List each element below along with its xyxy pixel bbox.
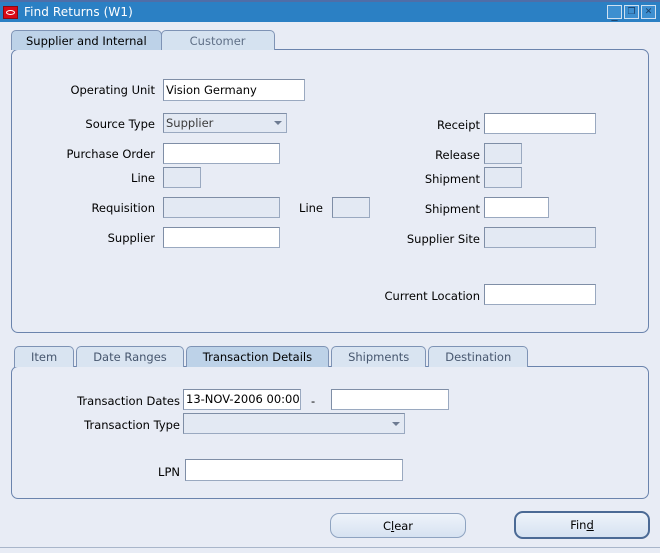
oracle-logo-icon (3, 5, 18, 19)
supplier-site-label: Supplier Site (406, 232, 480, 246)
background-window-edge (0, 547, 660, 553)
maximize-button[interactable]: ❐ (624, 5, 639, 19)
date-range-separator: - (311, 394, 316, 408)
tab-item[interactable]: Item (14, 346, 75, 367)
operating-unit-label: Operating Unit (70, 83, 155, 97)
transaction-date-to-field[interactable] (331, 389, 449, 410)
lpn-label: LPN (158, 465, 180, 479)
tab-customer-label: Customer (189, 33, 246, 48)
title-bar: Find Returns (W1) _ ❐ ✕ (0, 0, 660, 22)
shipment-label: Shipment (424, 202, 480, 216)
tab-date-ranges-label: Date Ranges (93, 350, 167, 364)
source-type-combo[interactable]: Supplier (163, 113, 287, 133)
supplier-label: Supplier (107, 231, 155, 245)
find-button[interactable]: Find (514, 511, 650, 539)
minimize-button[interactable]: _ (607, 5, 622, 20)
window-controls: _ ❐ ✕ (607, 5, 656, 20)
tab-transaction-details-label: Transaction Details (202, 350, 313, 364)
tab-destination[interactable]: Destination (428, 346, 529, 367)
chevron-down-icon (392, 421, 400, 426)
purchase-order-line-label: Line (131, 171, 155, 185)
tab-shipments-label: Shipments (348, 350, 410, 364)
requisition-field[interactable] (163, 197, 280, 218)
transaction-type-label: Transaction Type (84, 418, 180, 432)
find-returns-window: Find Returns (W1) _ ❐ ✕ Supplier and Int… (0, 0, 660, 553)
source-type-label: Source Type (85, 117, 155, 131)
supplier-field[interactable] (163, 227, 280, 248)
requisition-label: Requisition (91, 201, 155, 215)
transaction-dates-label: Transaction Dates (77, 394, 180, 408)
tab-supplier-and-internal[interactable]: Supplier and Internal (11, 30, 162, 50)
transaction-type-combo[interactable] (183, 413, 405, 434)
purchase-order-line-field[interactable] (163, 167, 201, 188)
purchase-order-label: Purchase Order (66, 147, 155, 161)
tab-shipments[interactable]: Shipments (331, 346, 427, 367)
clear-button[interactable]: Clear (330, 513, 466, 538)
shipment-release-field[interactable] (484, 167, 522, 188)
shipment-field[interactable] (484, 197, 549, 218)
requisition-line-label: Line (299, 201, 323, 215)
tab-supplier-and-internal-label: Supplier and Internal (26, 33, 147, 48)
receipt-field[interactable] (484, 113, 596, 134)
tab-transaction-details[interactable]: Transaction Details (185, 346, 330, 367)
transaction-date-from-field[interactable]: 13-NOV-2006 00:00 (183, 389, 301, 410)
source-type-value: Supplier (166, 116, 214, 130)
tab-date-ranges[interactable]: Date Ranges (76, 346, 184, 367)
release-field[interactable] (484, 143, 522, 164)
chevron-down-icon (274, 121, 282, 125)
clear-button-label: Clear (382, 518, 414, 533)
current-location-field[interactable] (484, 284, 596, 305)
top-tab-strip: Supplier and Internal Customer (11, 30, 275, 50)
window-title: Find Returns (W1) (24, 5, 133, 19)
shipment-release-label: Shipment (424, 172, 480, 186)
purchase-order-field[interactable] (163, 143, 280, 164)
release-label: Release (435, 148, 480, 162)
receipt-label: Receipt (437, 118, 480, 132)
find-button-label: Find (570, 518, 594, 532)
close-button[interactable]: ✕ (641, 5, 656, 19)
tab-customer[interactable]: Customer (160, 30, 275, 50)
supplier-site-field[interactable] (484, 227, 596, 248)
bottom-tab-strip: Item Date Ranges Transaction Details Shi… (14, 346, 530, 367)
tab-destination-label: Destination (445, 350, 512, 364)
lpn-field[interactable] (185, 459, 403, 481)
current-location-label: Current Location (384, 289, 481, 303)
operating-unit-field[interactable]: Vision Germany (163, 79, 305, 101)
tab-item-label: Item (31, 350, 58, 364)
